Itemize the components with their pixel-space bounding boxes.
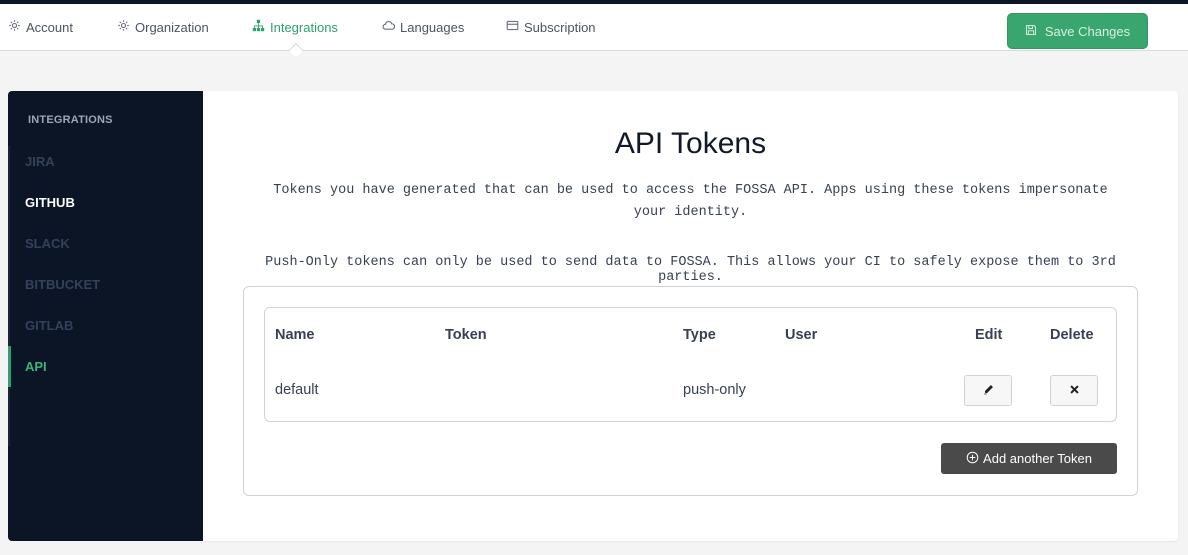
add-token-label: Add another Token	[983, 451, 1092, 466]
token-name-cell: default	[275, 382, 319, 398]
sidebar-item-slack[interactable]: SLACK	[8, 223, 203, 264]
tab-label: Account	[26, 19, 73, 35]
sitemap-icon	[252, 19, 265, 35]
tab-label: Subscription	[524, 19, 596, 35]
sidebar-item-github[interactable]: GITHUB	[8, 182, 203, 223]
tab-languages[interactable]: Languages	[382, 4, 464, 50]
tab-organization[interactable]: Organization	[117, 4, 209, 50]
sidebar-heading: INTEGRATIONS	[28, 114, 113, 126]
integrations-sidebar: INTEGRATIONS JIRA GITHUB SLACK BITBUCKET…	[8, 91, 203, 541]
gear-icon	[117, 19, 130, 35]
floppy-disk-icon	[1025, 24, 1037, 39]
credit-card-icon	[506, 19, 519, 35]
tab-subscription[interactable]: Subscription	[506, 4, 596, 50]
sidebar-item-gitlab[interactable]: GITLAB	[8, 305, 203, 346]
column-header-type: Type	[683, 327, 716, 343]
top-nav-bar: Account Organization Integrations Langua…	[0, 4, 1188, 58]
edit-token-button[interactable]	[964, 375, 1012, 406]
token-type-cell: push-only	[683, 382, 746, 398]
sidebar-item-jira[interactable]: JIRA	[8, 141, 203, 182]
column-header-delete: Delete	[1050, 327, 1094, 343]
cloud-icon	[382, 19, 396, 35]
tab-account[interactable]: Account	[8, 4, 73, 50]
close-icon	[1069, 382, 1080, 400]
column-header-token: Token	[445, 327, 487, 343]
tokens-description: Tokens you have generated that can be us…	[273, 183, 1108, 220]
tokens-table: Name Token Type User Edit Delete default…	[264, 307, 1117, 422]
add-token-button[interactable]: Add another Token	[941, 443, 1117, 474]
sidebar-item-api[interactable]: API	[8, 346, 203, 387]
plus-circle-icon	[966, 451, 979, 467]
column-header-name: Name	[275, 327, 315, 343]
save-changes-label: Save Changes	[1044, 23, 1131, 39]
tab-label: Organization	[135, 19, 209, 35]
pencil-icon	[983, 382, 994, 400]
column-header-edit: Edit	[975, 327, 1003, 343]
sidebar-item-bitbucket[interactable]: BITBUCKET	[8, 264, 203, 305]
push-only-note: Push-Only tokens can only be used to sen…	[265, 255, 1116, 285]
delete-token-button[interactable]	[1050, 375, 1098, 406]
page-title: API Tokens	[614, 127, 767, 160]
tab-label: Integrations	[270, 19, 338, 35]
save-changes-button[interactable]: Save Changes	[1007, 13, 1148, 49]
tokens-card: Name Token Type User Edit Delete default…	[243, 286, 1138, 496]
column-header-user: User	[785, 327, 818, 343]
gear-icon	[8, 19, 21, 35]
tab-label: Languages	[400, 19, 465, 35]
api-tokens-panel: API Tokens Tokens you have generated tha…	[203, 91, 1178, 541]
